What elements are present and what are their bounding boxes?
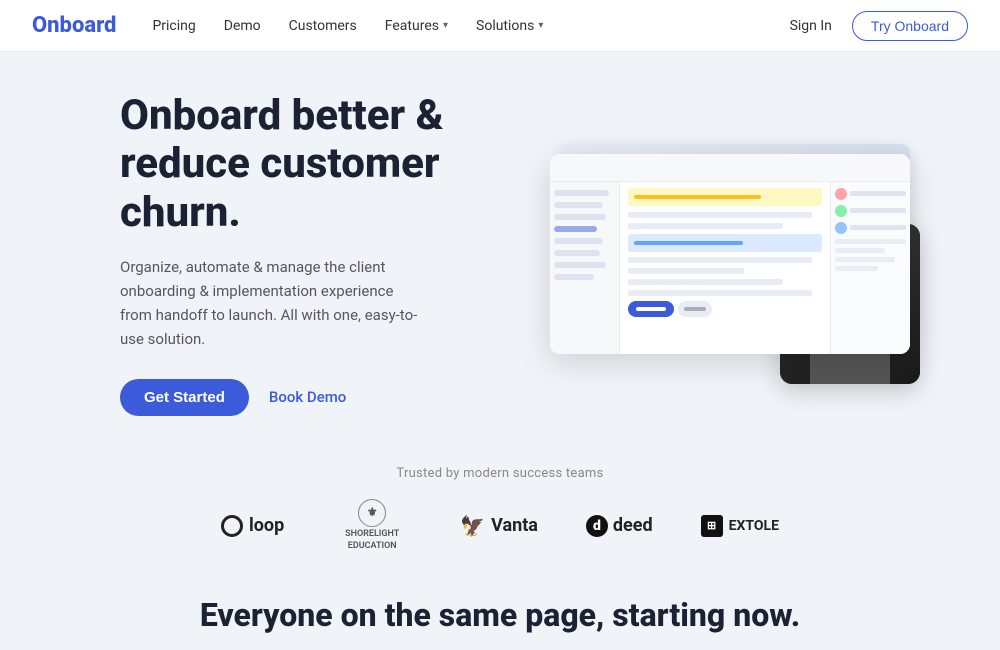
navbar: Onboard Pricing Demo Customers Features …: [0, 0, 1000, 52]
logo-deed: d deed: [586, 515, 653, 537]
nav-demo[interactable]: Demo: [224, 18, 261, 34]
nav-features[interactable]: Features ▾: [385, 18, 448, 34]
logo-extole: ⊞ EXTOLE: [701, 515, 779, 537]
get-started-button[interactable]: Get Started: [120, 379, 249, 416]
nav-customers[interactable]: Customers: [289, 18, 357, 34]
trusted-label: Trusted by modern success teams: [0, 466, 1000, 481]
app-screenshot: [550, 154, 910, 354]
nav-actions: Sign In Try Onboard: [790, 11, 968, 41]
bottom-cta-text: Everyone on the same page, starting now.: [0, 596, 1000, 634]
bottom-cta-section: Everyone on the same page, starting now.: [0, 568, 1000, 650]
hero-buttons: Get Started Book Demo: [120, 379, 500, 416]
hero-title: Onboard better & reduce customer churn.: [120, 92, 500, 237]
trusted-section: Trusted by modern success teams loop ⚜ S…: [0, 446, 1000, 568]
deed-icon: d: [586, 515, 608, 537]
logo-shorelight: ⚜ SHORELIGHT EDUCATION: [332, 499, 412, 552]
logo-loop: loop: [221, 515, 284, 537]
nav-solutions[interactable]: Solutions ▾: [476, 18, 543, 34]
hero-section: Onboard better & reduce customer churn. …: [0, 52, 1000, 446]
loop-icon: [221, 515, 243, 537]
nav-links: Pricing Demo Customers Features ▾ Soluti…: [152, 18, 789, 34]
chevron-down-icon: ▾: [538, 20, 543, 31]
book-demo-link[interactable]: Book Demo: [269, 388, 346, 406]
nav-pricing[interactable]: Pricing: [152, 18, 195, 34]
logo-vanta: 🦅 Vanta: [460, 514, 538, 538]
hero-visual: [540, 134, 920, 374]
hero-subtitle: Organize, automate & manage the client o…: [120, 255, 420, 351]
logo[interactable]: Onboard: [32, 13, 116, 38]
extole-icon: ⊞: [701, 515, 723, 537]
hero-text: Onboard better & reduce customer churn. …: [120, 92, 500, 416]
shorelight-icon: ⚜: [358, 499, 386, 527]
vanta-icon: 🦅: [460, 514, 485, 538]
logos-row: loop ⚜ SHORELIGHT EDUCATION 🦅 Vanta d de…: [0, 499, 1000, 552]
sign-in-link[interactable]: Sign In: [790, 18, 832, 34]
try-onboard-button[interactable]: Try Onboard: [852, 11, 968, 41]
chevron-down-icon: ▾: [443, 20, 448, 31]
